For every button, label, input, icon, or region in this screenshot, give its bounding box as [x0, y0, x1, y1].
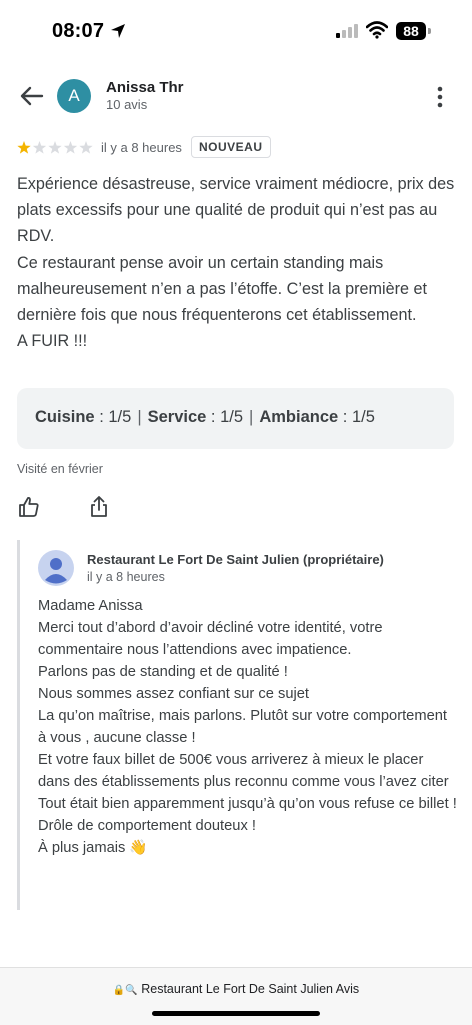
thumbs-up-icon[interactable]	[17, 495, 41, 519]
back-arrow-icon[interactable]	[18, 84, 44, 108]
battery-icon: 88	[396, 22, 426, 40]
address-field[interactable]: 🔒🔍 Restaurant Le Fort De Saint Julien Av…	[0, 982, 472, 996]
review-header: A Anissa Thr 10 avis	[0, 70, 472, 122]
cellular-signal-icon	[336, 24, 358, 38]
reply-line: Drôle de comportement douteux !	[38, 818, 256, 834]
author-avatar[interactable]: A	[57, 79, 91, 113]
visit-date: Visité en février	[17, 462, 103, 476]
divider: |	[249, 408, 254, 426]
reply-line: Merci tout d’abord d’avoir décliné votre…	[38, 620, 383, 658]
reply-line: La qu’on maîtrise, mais parlons. Plutôt …	[38, 708, 447, 746]
status-time: 08:07	[52, 20, 105, 42]
author-name[interactable]: Anissa Thr	[106, 79, 184, 96]
star-empty-icon	[48, 141, 62, 154]
review-paragraph: A FUIR !!!	[17, 332, 88, 351]
review-time: il y a 8 heures	[101, 140, 182, 155]
ambiance-label: Ambiance	[259, 408, 339, 426]
new-badge: NOUVEAU	[191, 136, 271, 158]
ambiance-score: 1/5	[351, 408, 375, 426]
cuisine-label: Cuisine	[35, 408, 95, 426]
share-icon[interactable]	[87, 495, 111, 519]
reply-line: Et votre faux billet de 500€ vous arrive…	[38, 752, 449, 790]
battery-level: 88	[403, 23, 419, 39]
review-body: Expérience désastreuse, service vraiment…	[17, 171, 457, 354]
reply-line: Madame Anissa	[38, 598, 143, 614]
browser-address-bar[interactable]: 🔒🔍 Restaurant Le Fort De Saint Julien Av…	[0, 967, 472, 1025]
cuisine-score: 1/5	[108, 408, 132, 426]
rating-row: il y a 8 heures NOUVEAU	[17, 136, 457, 160]
status-bar: 08:07 88	[0, 0, 472, 62]
divider: |	[137, 408, 142, 426]
battery-tip	[428, 28, 431, 34]
owner-name: Restaurant Le Fort De Saint Julien (prop…	[87, 552, 384, 567]
star-filled-icon	[17, 141, 31, 154]
reply-line: Tout était bien apparemment jusqu’à qu’o…	[38, 796, 457, 812]
wifi-icon	[366, 21, 388, 39]
review-paragraph: Ce restaurant pense avoir un certain sta…	[17, 253, 428, 325]
star-rating	[17, 141, 93, 154]
review-paragraph: Expérience désastreuse, service vraiment…	[17, 175, 455, 246]
owner-reply: Restaurant Le Fort De Saint Julien (prop…	[17, 540, 460, 910]
star-empty-icon	[32, 141, 47, 154]
location-arrow-icon	[111, 24, 125, 38]
star-empty-icon	[63, 141, 78, 154]
author-review-count: 10 avis	[106, 97, 148, 112]
more-options-icon[interactable]	[430, 84, 450, 110]
home-indicator[interactable]	[152, 1011, 320, 1016]
author-initial: A	[68, 86, 80, 105]
search-icon: 🔍	[125, 985, 138, 996]
reply-line: Parlons pas de standing et de qualité !	[38, 664, 288, 680]
reply-line: Nous sommes assez confiant sur ce sujet	[38, 686, 310, 702]
star-empty-icon	[79, 141, 93, 154]
owner-reply-body: Madame Anissa Merci tout d’abord d’avoir…	[38, 595, 458, 859]
service-score: 1/5	[220, 408, 244, 426]
service-label: Service	[147, 408, 207, 426]
owner-avatar-icon	[38, 550, 74, 586]
url-text: Restaurant Le Fort De Saint Julien Avis	[141, 982, 360, 996]
lock-icon: 🔒	[112, 985, 126, 996]
reply-line: À plus jamais 👋	[38, 840, 148, 856]
owner-reply-time: il y a 8 heures	[87, 570, 165, 584]
sub-ratings-panel: Cuisine : 1/5 | Service : 1/5 | Ambiance : 1…	[17, 388, 454, 449]
